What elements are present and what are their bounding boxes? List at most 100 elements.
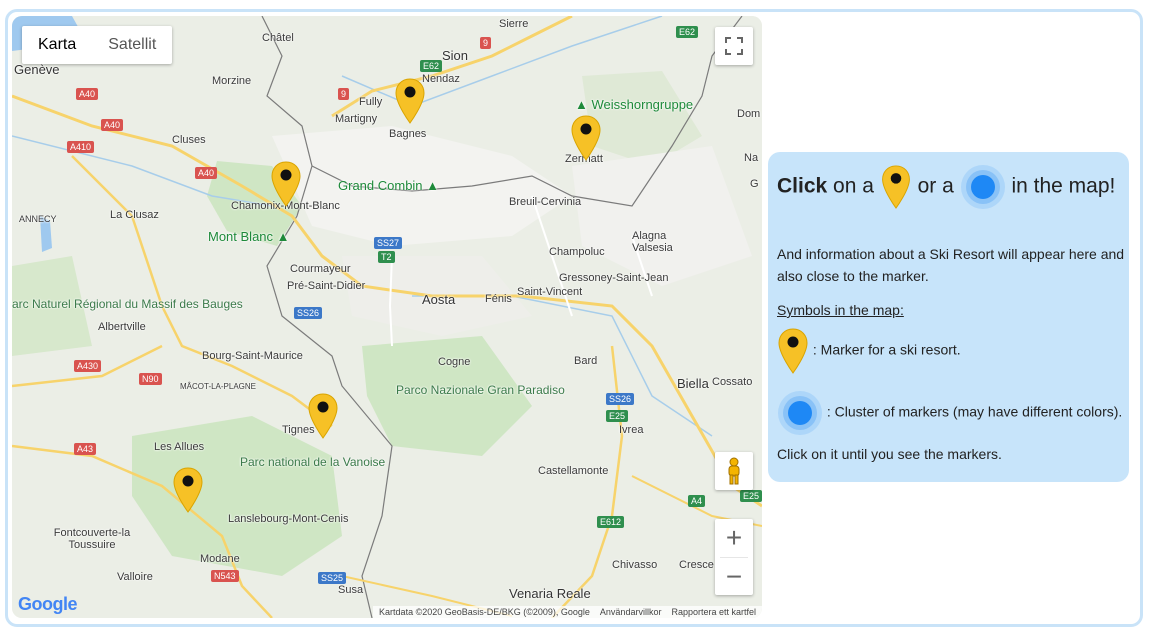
ski-resort-marker[interactable] (307, 392, 339, 440)
road-shield: A4 (688, 495, 706, 507)
info-panel: Click on a or a in the map! And informat… (768, 152, 1129, 482)
road-shield: SS26 (606, 393, 635, 405)
road-shield: SS25 (318, 572, 347, 584)
fullscreen-icon (725, 37, 743, 55)
road-shield: E62 (676, 26, 699, 38)
road-shield: A43 (74, 443, 97, 455)
map-label-text: Grand Combin (338, 178, 423, 193)
marker-icon (778, 328, 808, 374)
map-label: Cluses (172, 134, 206, 146)
map-label: Breuil-Cervinia (509, 196, 582, 208)
map-label: Alagna Valsesia (632, 230, 673, 254)
map-label: Aosta (422, 292, 456, 307)
map-label: ANNECY (19, 214, 57, 224)
map-label: Mont Blanc ▲ (208, 229, 290, 244)
zoom-out-button[interactable]: − (715, 558, 753, 596)
road-shield: SS27 (374, 237, 403, 249)
map-label: Venaria Reale (509, 586, 591, 601)
map-label: Parco Nazionale Gran Paradiso (396, 383, 565, 397)
symbols-heading: Symbols in the map: (777, 302, 904, 318)
map-label: Chivasso (612, 559, 658, 571)
map-label: Susa (338, 584, 364, 596)
headline-text: on a (827, 174, 880, 198)
map-label: Fénis (485, 293, 512, 305)
map-data-credit: Kartdata ©2020 GeoBasis-DE/BKG (©2009), … (379, 607, 590, 617)
map-label: arc Naturel Régional du Massif des Bauge… (12, 297, 243, 312)
map-label: Cogne (438, 356, 471, 368)
marker-icon (881, 165, 910, 209)
map-label-text: Weisshorngruppe (591, 97, 694, 112)
road-shield: E25 (740, 490, 762, 502)
map-label: Castellamonte (538, 465, 609, 477)
map-label: Cossato (712, 376, 753, 388)
map-label: Nendaz (422, 73, 460, 85)
peak-icon: ▲ (276, 229, 290, 244)
road-shield: A410 (67, 141, 95, 153)
road-shield: A40 (76, 88, 99, 100)
legend-marker: : Marker for a ski resort. (777, 327, 1125, 375)
peak-icon: ▲ (426, 178, 440, 193)
road-shield: A40 (101, 119, 124, 131)
ski-resort-marker[interactable] (270, 160, 302, 208)
map-label: Valloire (117, 571, 153, 583)
map-label: Bourg-Saint-Maurice (202, 350, 303, 362)
report-error-link[interactable]: Rapportera ett kartfel (671, 607, 756, 617)
map-label: Grand Combin ▲ (338, 178, 439, 193)
road-shield: SS26 (294, 307, 323, 319)
map-label: Sion (442, 48, 469, 63)
map-label: Les Allues (154, 441, 205, 453)
ski-resort-marker[interactable] (394, 77, 426, 125)
map-label: Pré-Saint-Didier (287, 280, 366, 292)
pegman-icon (728, 457, 740, 485)
map-label: Morzine (212, 75, 252, 87)
google-logo: Google (18, 594, 78, 614)
map-type-karta-button[interactable]: Karta (22, 26, 92, 64)
road-shield: N543 (211, 570, 239, 582)
click-word: Click (777, 174, 828, 198)
map-label: Modane (200, 553, 240, 565)
ski-resort-marker[interactable] (172, 466, 204, 514)
road-shield: T2 (378, 251, 395, 263)
map-label: Genève (14, 62, 60, 77)
map-label-text: Mont Blanc (208, 229, 274, 244)
road-shield: N90 (139, 373, 162, 385)
map-label: Gressoney-Saint-Jean (559, 272, 669, 284)
map-label: Bagnes (389, 128, 427, 140)
map[interactable]: Karta Satellit Genève Châtel Sierre Sion… (12, 16, 762, 618)
map-label: Cresce (679, 559, 714, 571)
terms-link[interactable]: Användarvillkor (600, 607, 662, 617)
map-label: Albertville (98, 321, 146, 333)
map-label: Bard (574, 355, 598, 367)
ski-resort-marker[interactable] (570, 114, 602, 162)
legend-cluster: : Cluster of markers (may have different… (777, 390, 1125, 472)
map-label: G (750, 178, 759, 190)
map-label: Champoluc (549, 246, 605, 258)
map-label: La Clusaz (110, 209, 159, 221)
peak-icon: ▲ (575, 97, 588, 112)
cluster-icon (960, 165, 1005, 209)
map-label: Sierre (499, 18, 529, 30)
cluster-icon (778, 391, 822, 435)
road-shield: E62 (420, 60, 443, 72)
map-label: Na (744, 152, 759, 164)
map-label: MÂCOT-LA-PLAGNE (180, 382, 257, 391)
zoom-in-button[interactable]: + (715, 519, 753, 557)
info-headline: Click on a or a in the map! (777, 164, 1117, 210)
map-type-control: Karta Satellit (22, 26, 173, 64)
map-label: Lanslebourg-Mont-Cenis (228, 513, 349, 525)
map-attribution: Kartdata ©2020 GeoBasis-DE/BKG (©2009), … (373, 606, 762, 618)
headline-text: in the map! (1011, 174, 1116, 198)
legend-cluster-text: : Cluster of markers (may have different… (777, 403, 1123, 462)
street-view-pegman-button[interactable] (715, 452, 753, 490)
map-label: Saint-Vincent (517, 286, 583, 298)
map-label: Fully (359, 96, 383, 108)
map-type-satellit-button[interactable]: Satellit (92, 26, 172, 64)
fullscreen-button[interactable] (715, 27, 753, 65)
map-label: Courmayeur (290, 263, 351, 275)
headline-text: or a (917, 174, 960, 198)
road-shield: E612 (597, 516, 625, 528)
map-label: Châtel (262, 32, 294, 44)
map-label: Dom (737, 108, 761, 120)
info-description: And information about a Ski Resort will … (777, 246, 1125, 284)
map-label: Martigny (335, 113, 378, 125)
